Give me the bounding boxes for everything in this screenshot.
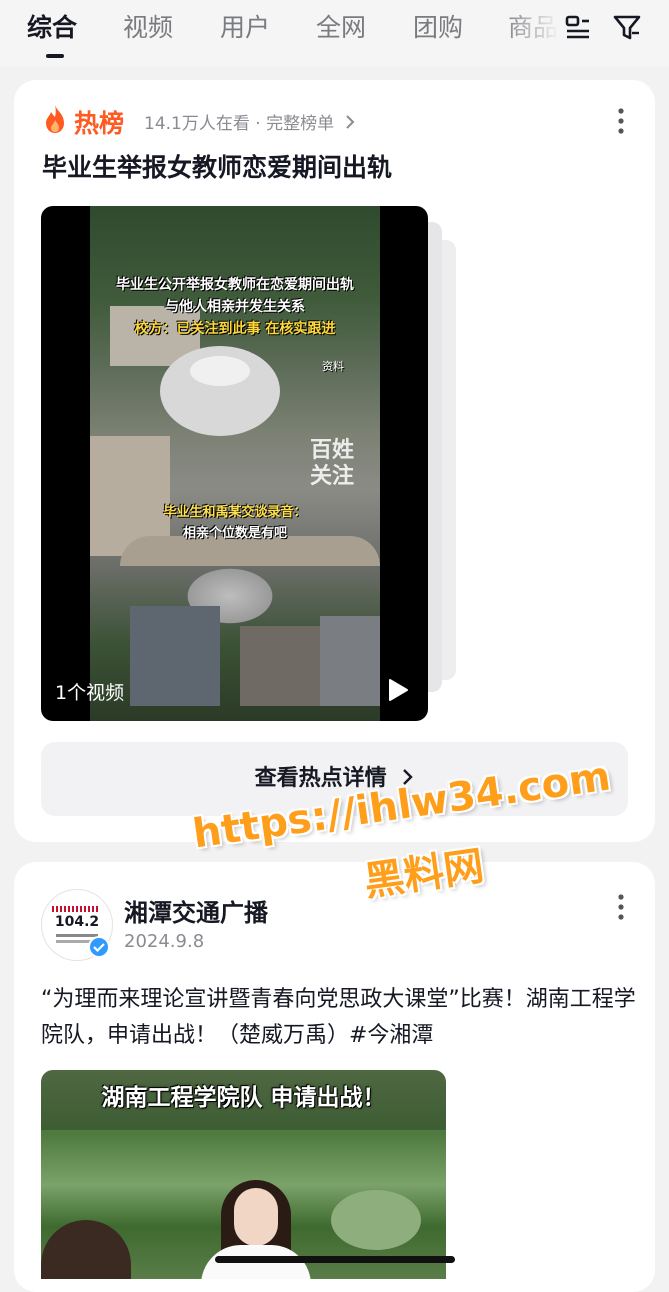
video-frame: 毕业生公开举报女教师在恋爱期间出轨 与他人相亲并发生关系 校方：已关注到此事 在… [90,206,380,721]
video-subtitle-text: 相亲个位数是有吧 [182,526,287,541]
tab-fade [500,0,560,60]
more-options-icon[interactable] [616,106,626,136]
tab-general[interactable]: 综合 [27,8,77,44]
building-shape [190,356,250,386]
building-shape [130,606,220,706]
person-head-shape [41,1220,131,1279]
hot-topic-headline[interactable]: 毕业生举报女教师恋爱期间出轨 [42,148,392,184]
post-date: 2024.9.8 [124,931,205,952]
more-options-icon[interactable] [616,892,626,922]
post-text[interactable]: “为理而来理论宣讲暨青春向党思政大课堂”比赛！湖南工程学院队，申请出战！（楚威万… [41,982,641,1054]
plant-shape [331,1190,421,1250]
video-thumbnail[interactable]: 毕业生公开举报女教师在恋爱期间出轨 与他人相亲并发生关系 校方：已关注到此事 在… [41,206,428,721]
active-tab-indicator [46,54,64,58]
video-watermark: 百姓 关注 [310,438,355,489]
search-tab-bar: 综合 视频 用户 全网 团购 商品 [0,0,669,66]
video-subtitle-title: 毕业生和禹某交谈录音： [163,505,307,520]
play-icon[interactable] [387,678,409,702]
tab-web[interactable]: 全网 [316,8,366,44]
tab-video[interactable]: 视频 [123,8,173,44]
verified-badge-icon [88,936,110,958]
chevron-right-icon [346,115,355,129]
hot-meta[interactable]: 14.1万人在看 · 完整榜单 [144,109,355,134]
avatar-text: 104.2 [54,914,100,930]
video-caption-line2: 与他人相亲并发生关系 [165,299,305,315]
building-shape [240,626,320,706]
list-icon[interactable] [563,12,593,42]
hot-list-label[interactable]: 热榜 [74,104,124,140]
image-caption: 湖南工程学院队 申请出战！ [101,1085,386,1111]
video-count: 1个视频 [55,682,125,704]
tab-group-buy[interactable]: 团购 [413,8,463,44]
author-name[interactable]: 湘潭交通广播 [124,893,268,928]
person-face-shape [234,1188,278,1246]
avatar-stripes [52,906,100,912]
video-material-tag: 资料 [322,360,344,373]
hot-meta-text: 14.1万人在看 · 完整榜单 [144,114,335,134]
fire-icon [46,105,64,133]
building-shape [320,616,380,706]
post-image[interactable]: 湖南工程学院队 申请出战！ [41,1070,446,1279]
home-indicator[interactable] [215,1256,455,1263]
video-caption-line3: 校方：已关注到此事 在核实跟进 [134,321,336,337]
video-caption-line1: 毕业生公开举报女教师在恋爱期间出轨 [116,277,354,293]
tab-users[interactable]: 用户 [220,8,270,44]
filter-icon[interactable] [612,12,642,42]
